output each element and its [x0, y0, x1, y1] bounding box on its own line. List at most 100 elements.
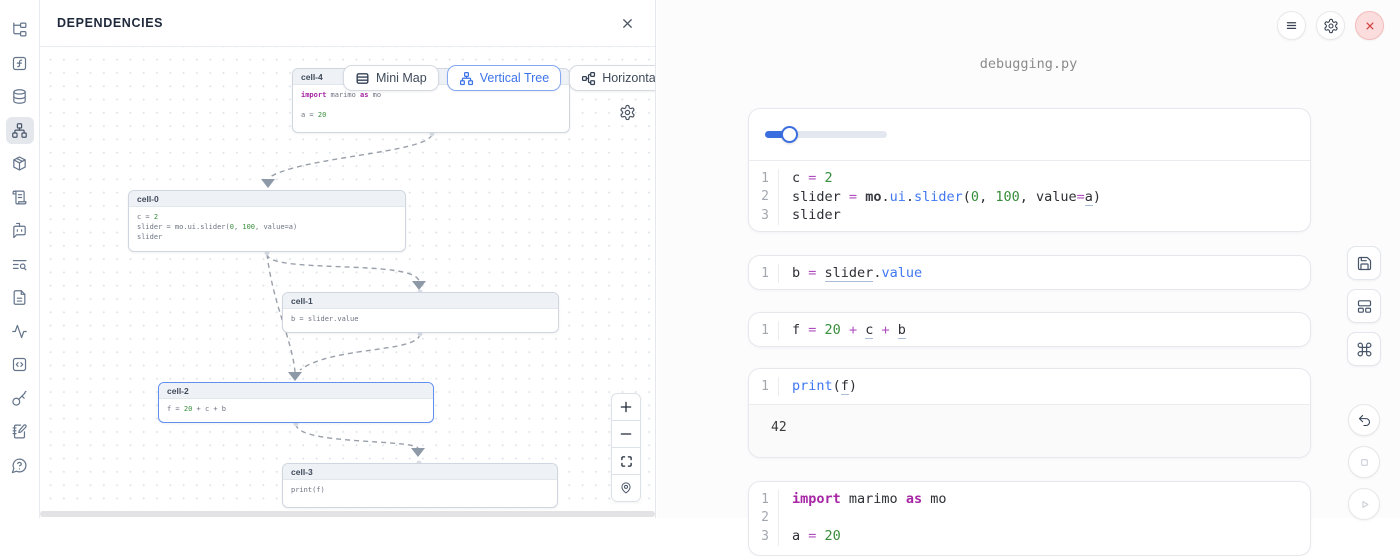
graph-settings-button[interactable]: [617, 102, 638, 123]
stop-button[interactable]: [1348, 446, 1380, 478]
key-icon: [11, 390, 28, 407]
sidebar-item-functions[interactable]: [6, 50, 34, 77]
save-button[interactable]: [1347, 246, 1381, 280]
dependencies-panel: DEPENDENCIES cel: [40, 0, 656, 518]
vertical-tree-icon: [459, 71, 474, 86]
undo-button[interactable]: [1348, 404, 1380, 436]
scroll-icon: [11, 189, 28, 206]
left-icon-sidebar: [0, 0, 40, 518]
run-button[interactable]: [1348, 488, 1380, 520]
file-text-icon: [11, 289, 28, 306]
notebook-pen-icon: [11, 423, 28, 440]
panel-header: DEPENDENCIES: [40, 0, 655, 47]
dependency-graph-icon: [11, 122, 28, 139]
horizontal-scrollbar[interactable]: [40, 511, 655, 517]
code-editor[interactable]: 1b = slider.value: [749, 256, 1310, 290]
fit-view-button[interactable]: [611, 447, 641, 475]
horizontal-tree-view-button[interactable]: Horizontal Tree: [569, 65, 655, 91]
stop-icon: [1357, 455, 1372, 470]
notebook-cell-slider: 1c = 22slider = mo.ui.slider(0, 100, val…: [748, 108, 1311, 232]
node-code: import marimo as moa = 20: [293, 85, 569, 125]
function-square-icon: [11, 55, 28, 72]
dependency-graph-canvas[interactable]: cell-4 import marimo as moa = 20 cell-0 …: [40, 47, 655, 511]
node-title: cell-1: [283, 293, 558, 309]
close-icon: [1363, 19, 1377, 33]
sidebar-item-chat[interactable]: [6, 217, 34, 244]
layout-select-button[interactable]: [1347, 289, 1381, 323]
list-search-icon: [11, 256, 28, 273]
code-square-icon: [11, 356, 28, 373]
close-panel-button[interactable]: [618, 14, 637, 33]
notebook-cell-print: 1print(f) 42: [748, 368, 1311, 458]
play-icon: [1357, 497, 1372, 512]
sidebar-item-tracing[interactable]: [6, 318, 34, 345]
plus-icon: [619, 400, 633, 414]
code-editor[interactable]: 1c = 22slider = mo.ui.slider(0, 100, val…: [749, 161, 1310, 232]
sidebar-item-file-tree[interactable]: [6, 16, 34, 43]
help-bubble-icon: [11, 457, 28, 474]
node-code: f = 20 + c + b: [159, 399, 433, 419]
view-button-label: Vertical Tree: [480, 71, 549, 85]
graph-zoom-controls: [611, 393, 641, 502]
file-tree-icon: [11, 21, 28, 38]
node-title: cell-3: [283, 464, 557, 480]
window-buttons: [1277, 11, 1384, 40]
notebook-menu-button[interactable]: [1277, 11, 1306, 40]
activity-icon: [11, 323, 28, 340]
sidebar-item-snippets[interactable]: [6, 351, 34, 378]
close-icon: [620, 16, 635, 31]
graph-node-cell-3[interactable]: cell-3 print(f): [282, 463, 558, 508]
database-icon: [11, 88, 28, 105]
zoom-out-button[interactable]: [611, 420, 641, 448]
package-icon: [11, 155, 28, 172]
graph-node-cell-0[interactable]: cell-0 c = 2slider = mo.ui.slider(0, 100…: [128, 190, 406, 252]
sidebar-item-text-search[interactable]: [6, 251, 34, 278]
notebook-cell-f: 1f = 20 + c + b: [748, 312, 1311, 347]
minimap-view-button[interactable]: Mini Map: [343, 65, 439, 91]
menu-icon: [1284, 18, 1299, 33]
node-code: print(f): [283, 480, 557, 500]
zoom-in-button[interactable]: [611, 393, 641, 421]
sidebar-item-help[interactable]: [6, 452, 34, 479]
sidebar-item-scratchpad[interactable]: [6, 418, 34, 445]
code-editor[interactable]: 1f = 20 + c + b: [749, 313, 1310, 347]
view-button-label: Horizontal Tree: [602, 71, 655, 85]
graph-node-cell-1[interactable]: cell-1 b = slider.value: [282, 292, 559, 333]
save-icon: [1356, 255, 1373, 272]
map-pin-icon: [619, 481, 633, 495]
undo-icon: [1357, 413, 1372, 428]
sidebar-item-packages[interactable]: [6, 150, 34, 177]
code-editor[interactable]: 1print(f): [749, 369, 1310, 404]
cell-output-console: 42: [749, 404, 1310, 459]
sidebar-item-secrets[interactable]: [6, 385, 34, 412]
view-toggle-group: Mini Map Vertical Tree Horizontal Tree: [343, 65, 655, 91]
notebook-cell-import: 1import marimo as mo23a = 20: [748, 481, 1311, 556]
layout-icon: [1356, 298, 1373, 315]
vertical-tree-view-button[interactable]: Vertical Tree: [447, 65, 561, 91]
minimap-icon: [355, 71, 370, 86]
node-title: cell-0: [129, 191, 405, 207]
view-button-label: Mini Map: [376, 71, 427, 85]
gear-icon: [619, 104, 636, 121]
notebook-toolbar: [1347, 246, 1381, 520]
cell-output-slider: [749, 109, 1310, 161]
sidebar-item-documentation[interactable]: [6, 284, 34, 311]
slider-thumb[interactable]: [781, 126, 798, 143]
maximize-icon: [620, 455, 633, 468]
shutdown-button[interactable]: [1355, 11, 1384, 40]
notebook-area: debugging.py 1c = 22slider = mo.ui.slide…: [657, 0, 1400, 518]
keyboard-shortcuts-button[interactable]: [1347, 332, 1381, 366]
sidebar-item-logs[interactable]: [6, 184, 34, 211]
gear-icon: [1323, 18, 1339, 34]
node-code: c = 2slider = mo.ui.slider(0, 100, value…: [129, 207, 405, 247]
notebook-settings-button[interactable]: [1316, 11, 1345, 40]
slider-widget[interactable]: [765, 131, 887, 138]
locate-node-button[interactable]: [611, 474, 641, 502]
notebook-cell-b: 1b = slider.value: [748, 255, 1311, 290]
command-icon: [1356, 341, 1373, 358]
minus-icon: [619, 427, 633, 441]
sidebar-item-datasources[interactable]: [6, 83, 34, 110]
sidebar-item-dependencies[interactable]: [6, 117, 34, 144]
graph-node-cell-2[interactable]: cell-2 f = 20 + c + b: [158, 382, 434, 423]
notebook-filename[interactable]: debugging.py: [657, 56, 1400, 72]
